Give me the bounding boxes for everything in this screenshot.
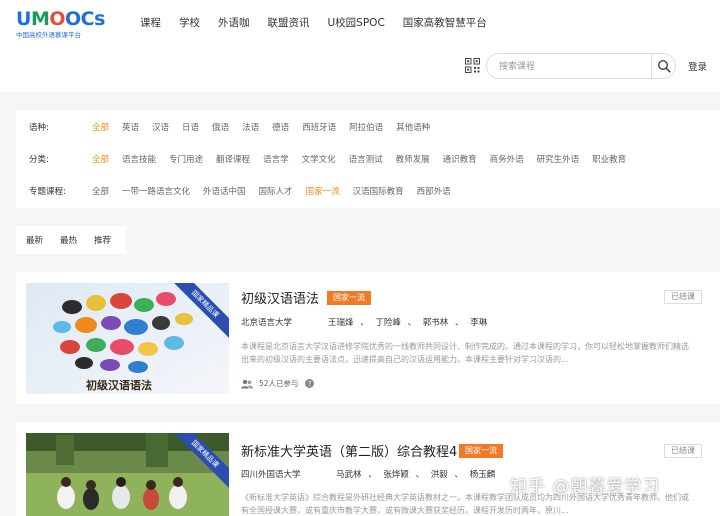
- search-icon[interactable]: [657, 59, 671, 73]
- search-input[interactable]: [499, 59, 649, 74]
- sort-tab-hottest[interactable]: 最热: [60, 234, 77, 246]
- filter-option[interactable]: 其他语种: [396, 121, 430, 133]
- filter-option[interactable]: 语言技能: [122, 153, 156, 165]
- nav-news[interactable]: 联盟资讯: [268, 15, 310, 31]
- qr-code-icon[interactable]: [465, 58, 480, 73]
- filter-option[interactable]: 文学文化: [302, 153, 336, 165]
- course-meta: 52人已参与 ?: [241, 378, 314, 389]
- filter-option[interactable]: 翻译课程: [216, 153, 250, 165]
- course-teachers: 马武林 、 张烨颖 、 洪毅 、 杨玉麟: [336, 470, 496, 480]
- filter-label: 专题课程:: [29, 187, 66, 197]
- filter-option[interactable]: 西班牙语: [302, 121, 336, 133]
- course-thumbnail[interactable]: 国家精品课: [26, 433, 229, 516]
- filter-option[interactable]: 教师发展: [396, 153, 430, 165]
- help-icon[interactable]: ?: [304, 379, 314, 388]
- course-title[interactable]: 初级汉语语法: [241, 288, 319, 307]
- filter-option[interactable]: 汉语国际教育: [353, 185, 404, 197]
- course-teachers: 王瑞烽 、 丁险峰 、 郭书林 、 李琳: [328, 318, 488, 328]
- filter-option[interactable]: 国际人才: [259, 185, 293, 197]
- filter-option[interactable]: 全部: [92, 121, 109, 133]
- filter-option[interactable]: 语言测试: [349, 153, 383, 165]
- nav-courses[interactable]: 课程: [140, 15, 161, 31]
- filter-options: 全部 一带一路语言文化 外语话中国 国际人才 国家一流 汉语国际教育 西部外语: [92, 185, 464, 197]
- sort-tab-recommended[interactable]: 推荐: [94, 234, 111, 246]
- status-badge: 已结课: [664, 290, 702, 304]
- participant-count: 52人已参与: [259, 379, 299, 388]
- filter-option[interactable]: 通识教育: [443, 153, 477, 165]
- filter-option[interactable]: 专门用途: [169, 153, 203, 165]
- filter-option[interactable]: 阿拉伯语: [349, 121, 383, 133]
- filter-option[interactable]: 外语话中国: [203, 185, 246, 197]
- filter-option[interactable]: 日语: [182, 121, 199, 133]
- logo-subtitle: 中国高校外语慕课平台: [16, 31, 81, 39]
- course-description: 本课程是北京语言大学汉语进修学院优秀的一线教师共同设计、制作完成的。通过本课程的…: [241, 342, 689, 364]
- course-school[interactable]: 北京语言大学: [241, 316, 292, 328]
- filter-panel: 语种: 全部 英语 汉语 日语 俄语 法语 德语 西班牙语 阿拉伯语 其他语种 …: [16, 110, 720, 208]
- login-link[interactable]: 登录: [688, 59, 707, 73]
- nav-spoc[interactable]: U校园SPOC: [328, 15, 385, 31]
- filter-option[interactable]: 研究生外语: [537, 153, 580, 165]
- national-badge: 国家一流: [459, 444, 503, 458]
- site-logo[interactable]: UMOOCs 中国高校外语慕课平台: [16, 8, 105, 44]
- course-card[interactable]: 国家精品课 新标准大学英语（第二版）综合教程4 国家一流 已结课 四川外国语大学…: [16, 422, 720, 516]
- filter-option[interactable]: 商务外语: [490, 153, 524, 165]
- filter-option[interactable]: 语言学: [263, 153, 289, 165]
- course-school[interactable]: 四川外国语大学: [241, 468, 301, 480]
- main-nav: 课程 学校 外语咖 联盟资讯 U校园SPOC 国家高教智慧平台: [140, 15, 505, 31]
- logo-wordmark: UMOOCs: [16, 8, 105, 30]
- status-badge: 已结课: [664, 444, 702, 458]
- filter-option[interactable]: 俄语: [212, 121, 229, 133]
- nav-smart-platform[interactable]: 国家高教智慧平台: [403, 15, 487, 31]
- course-card[interactable]: 国家精品课 初级汉语语法 初级汉语语法 国家一流 已结课 北京语言大学 王瑞烽 …: [16, 272, 720, 404]
- filter-option[interactable]: 全部: [92, 153, 109, 165]
- search-box: [486, 53, 676, 79]
- filter-label: 语种:: [29, 123, 49, 133]
- filter-option[interactable]: 全部: [92, 185, 109, 197]
- course-thumbnail[interactable]: 国家精品课 初级汉语语法: [26, 283, 229, 394]
- filter-options: 全部 语言技能 专门用途 翻译课程 语言学 文学文化 语言测试 教师发展 通识教…: [92, 153, 639, 165]
- participants-icon: [241, 379, 253, 388]
- filter-option[interactable]: 汉语: [152, 121, 169, 133]
- national-badge: 国家一流: [327, 291, 371, 305]
- nav-schools[interactable]: 学校: [179, 15, 200, 31]
- course-title[interactable]: 新标准大学英语（第二版）综合教程4: [241, 441, 457, 460]
- filter-option[interactable]: 一带一路语言文化: [122, 185, 190, 197]
- thumbnail-caption: 初级汉语语法: [86, 379, 152, 392]
- filter-option[interactable]: 法语: [242, 121, 259, 133]
- filter-option[interactable]: 英语: [122, 121, 139, 133]
- nav-waiyuka[interactable]: 外语咖: [218, 15, 250, 31]
- filter-label: 分类:: [29, 155, 49, 165]
- filter-option[interactable]: 西部外语: [417, 185, 451, 197]
- svg-text:?: ?: [307, 380, 311, 388]
- zhihu-watermark: 知乎 @朝暮爱学习: [510, 477, 661, 497]
- filter-option[interactable]: 德语: [272, 121, 289, 133]
- site-header: UMOOCs 中国高校外语慕课平台 课程 学校 外语咖 联盟资讯 U校园SPOC…: [0, 0, 720, 92]
- filter-options: 全部 英语 汉语 日语 俄语 法语 德语 西班牙语 阿拉伯语 其他语种: [92, 121, 443, 133]
- filter-option[interactable]: 国家一流: [306, 185, 340, 197]
- search-divider: [651, 54, 652, 78]
- filter-option[interactable]: 职业教育: [592, 153, 626, 165]
- sort-bar: 最新 最热 推荐: [16, 226, 126, 254]
- sort-tab-newest[interactable]: 最新: [26, 234, 43, 246]
